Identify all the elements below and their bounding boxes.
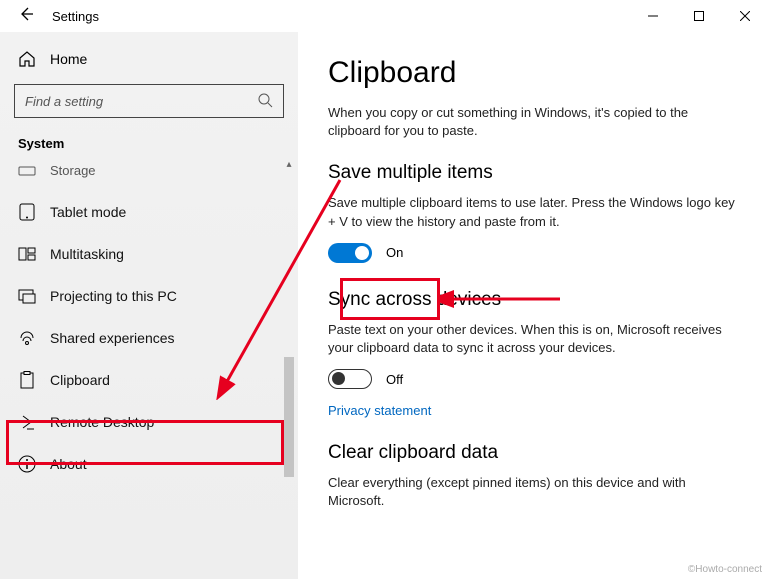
section-desc: Save multiple clipboard items to use lat… [328,194,738,230]
sidebar-item-label: Remote Desktop [50,414,154,430]
toggle-state: On [386,245,403,260]
home-icon [18,50,36,68]
back-button[interactable] [18,6,34,27]
sidebar-item-tablet[interactable]: Tablet mode [0,191,298,233]
home-link[interactable]: Home [0,42,298,84]
storage-icon [18,161,36,179]
sidebar-item-label: Multitasking [50,246,124,262]
shared-icon [18,329,36,347]
multitasking-icon [18,245,36,263]
home-label: Home [50,51,87,67]
privacy-link[interactable]: Privacy statement [328,403,738,418]
sidebar-item-label: Clipboard [50,372,110,388]
sidebar-item-clipboard[interactable]: Clipboard [0,359,298,401]
scroll-thumb[interactable] [284,357,294,477]
section-heading: Sync across devices [328,289,738,311]
scrollbar[interactable]: ▴ [282,157,296,557]
sidebar-item-remote[interactable]: Remote Desktop [0,401,298,443]
sidebar-item-multitasking[interactable]: Multitasking [0,233,298,275]
minimize-button[interactable] [630,0,676,32]
projecting-icon [18,287,36,305]
tablet-icon [18,203,36,221]
sidebar: Home Find a setting System Storage Table… [0,32,298,579]
search-icon [257,92,273,111]
intro-text: When you copy or cut something in Window… [328,104,738,140]
sidebar-item-label: Projecting to this PC [50,288,177,304]
search-input[interactable]: Find a setting [14,84,284,118]
close-button[interactable] [722,0,768,32]
sidebar-item-label: Shared experiences [50,330,175,346]
sidebar-item-storage[interactable]: Storage [0,157,298,191]
sync-toggle[interactable] [328,369,372,389]
page-title: Clipboard [328,56,738,90]
about-icon [18,455,36,473]
section-desc: Clear everything (except pinned items) o… [328,474,738,510]
clipboard-icon [18,371,36,389]
remote-icon [18,413,36,431]
scroll-up-icon[interactable]: ▴ [282,157,296,171]
sidebar-item-about[interactable]: About [0,443,298,485]
search-placeholder: Find a setting [25,94,103,109]
content-pane: Clipboard When you copy or cut something… [298,32,768,579]
title-bar: Settings [0,0,768,32]
sidebar-item-shared[interactable]: Shared experiences [0,317,298,359]
maximize-button[interactable] [676,0,722,32]
sidebar-item-label: Tablet mode [50,204,126,220]
sidebar-item-projecting[interactable]: Projecting to this PC [0,275,298,317]
window-title: Settings [52,9,99,24]
sidebar-item-label: Storage [50,163,96,178]
section-heading: Save multiple items [328,162,738,184]
toggle-state: Off [386,372,403,387]
section-heading: Clear clipboard data [328,442,738,464]
section-desc: Paste text on your other devices. When t… [328,321,738,357]
watermark: ©Howto-connect [688,564,762,575]
section-header: System [0,136,298,157]
sidebar-item-label: About [50,456,87,472]
save-multiple-toggle[interactable] [328,243,372,263]
